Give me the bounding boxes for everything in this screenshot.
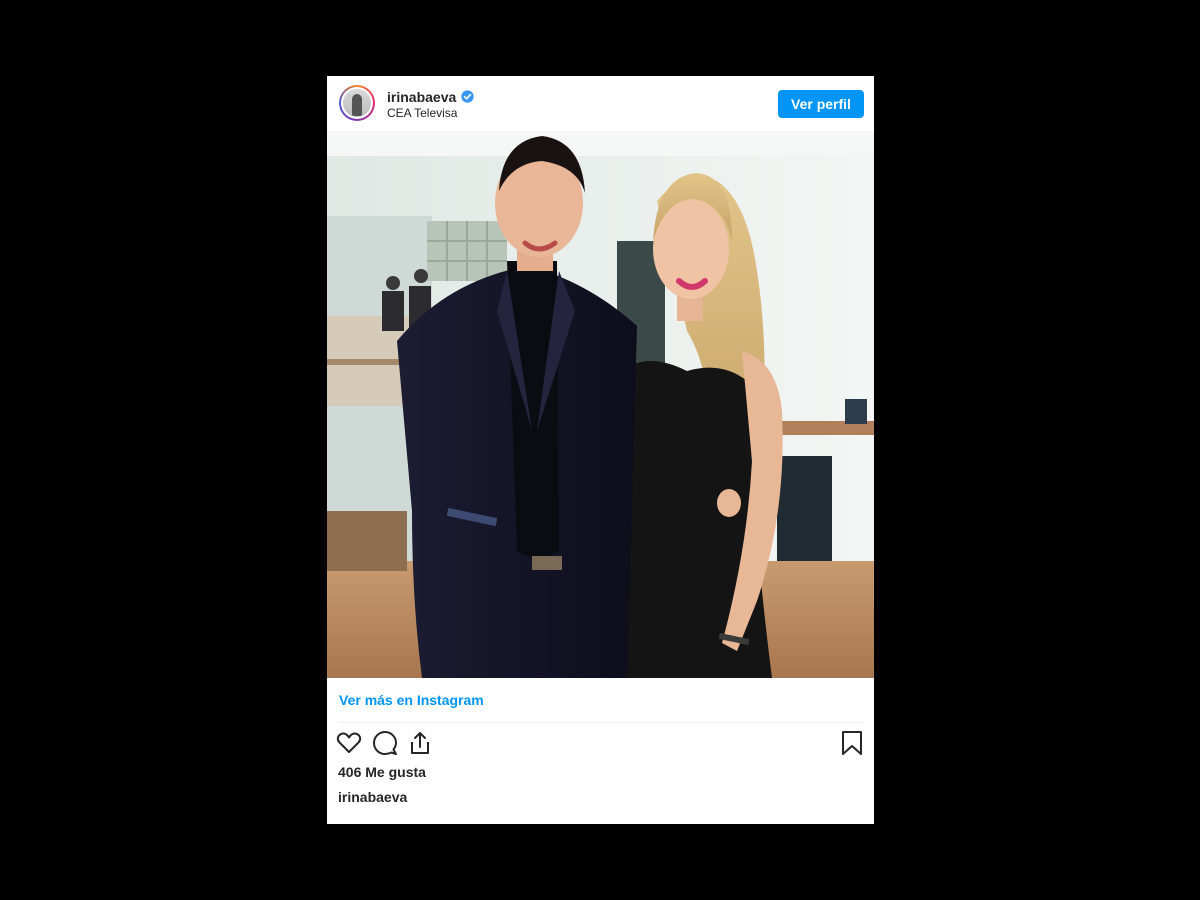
post-photo[interactable]	[327, 131, 874, 678]
avatar-frame	[341, 87, 373, 119]
verified-badge-icon	[461, 90, 474, 103]
comment-icon[interactable]	[372, 730, 398, 756]
share-icon[interactable]	[407, 730, 433, 756]
avatar[interactable]	[339, 85, 375, 121]
avatar-image	[343, 89, 371, 117]
post-location[interactable]: CEA Televisa	[387, 106, 457, 120]
likes-count[interactable]: 406 Me gusta	[338, 764, 426, 780]
view-profile-button[interactable]: Ver perfil	[778, 90, 864, 118]
heart-icon[interactable]	[336, 730, 362, 756]
post-header: irinabaeva CEA Televisa Ver perfil	[327, 76, 874, 131]
view-more-link[interactable]: Ver más en Instagram	[339, 692, 484, 708]
action-bar	[327, 730, 874, 764]
caption-username[interactable]: irinabaeva	[338, 789, 407, 805]
divider	[339, 722, 862, 723]
photo-illustration	[327, 131, 874, 678]
post-username[interactable]: irinabaeva	[387, 89, 456, 105]
bookmark-icon[interactable]	[839, 730, 865, 756]
avatar-figure	[352, 94, 362, 116]
instagram-embed-card: irinabaeva CEA Televisa Ver perfil Ver m…	[327, 76, 874, 824]
